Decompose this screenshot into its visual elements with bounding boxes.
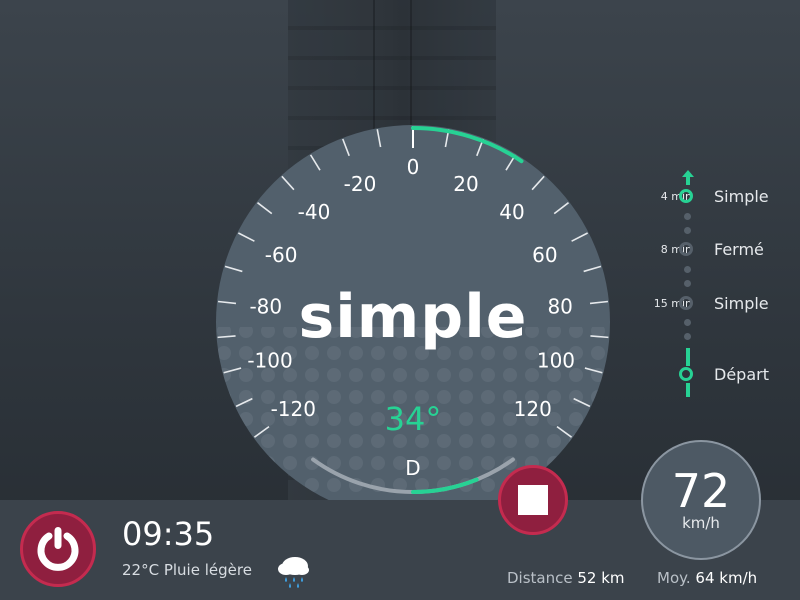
drive-mode-label: simple: [298, 282, 528, 352]
arrow-up-icon: [682, 170, 694, 177]
stop-button[interactable]: [498, 465, 568, 535]
speed-gauge: 0 20 40 60 80 100 120 -20 -40 -60 -80 -100 -120 simp…: [213, 122, 613, 522]
weather-summary: 22°C Pluie légère: [122, 561, 252, 579]
gauge-tick-label: -20: [344, 172, 377, 196]
speed-display: 72 km/h: [641, 440, 761, 560]
route-connector-dot: [684, 227, 691, 234]
trip-distance: Distance 52 km: [507, 569, 625, 587]
route-stop-label: Départ: [714, 365, 769, 384]
route-stop-marker: [679, 367, 693, 381]
route-stop-label: Fermé: [714, 240, 764, 259]
trip-average-label: Moy.: [657, 569, 691, 587]
route-connector-dot: [684, 280, 691, 287]
route-timeline: 4 min Simple 8 min Fermé 15 min Simple D…: [620, 160, 800, 420]
route-stop-label: Simple: [714, 187, 769, 206]
gauge-tick-label: 0: [407, 155, 420, 179]
clock: 09:35: [122, 515, 215, 553]
power-button[interactable]: [20, 511, 96, 587]
rain-cloud-icon: [276, 553, 312, 593]
route-stop[interactable]: 4 min Simple: [620, 186, 800, 210]
gauge-tick-label: 60: [532, 243, 557, 267]
gauge-tick-label: -60: [265, 243, 298, 267]
route-stop-marker: [679, 189, 693, 203]
route-connector-dot: [684, 213, 691, 220]
route-stop-marker: [679, 296, 693, 310]
route-connector-dot: [684, 319, 691, 326]
route-stop-marker: [679, 242, 693, 256]
route-stop-start[interactable]: Départ: [620, 364, 800, 388]
gauge-tick-label: 40: [499, 200, 524, 224]
trip-distance-label: Distance: [507, 569, 573, 587]
gauge-tick-label: -40: [298, 200, 331, 224]
route-stop-label: Simple: [714, 294, 769, 313]
trip-distance-value: 52 km: [577, 569, 625, 587]
trip-average-value: 64 km/h: [695, 569, 758, 587]
route-connector-dot: [684, 266, 691, 273]
route-stop[interactable]: 8 min Fermé: [620, 239, 800, 263]
temperature-readout: 34°: [384, 400, 442, 438]
trip-average: Moy. 64 km/h: [657, 569, 757, 587]
stop-icon: [518, 485, 548, 515]
power-icon: [37, 527, 79, 571]
speed-unit: km/h: [682, 514, 720, 532]
route-stop[interactable]: 15 min Simple: [620, 293, 800, 317]
route-connector-dot: [684, 333, 691, 340]
gauge-tick-label: 20: [453, 172, 478, 196]
speed-value: 72: [671, 464, 731, 518]
